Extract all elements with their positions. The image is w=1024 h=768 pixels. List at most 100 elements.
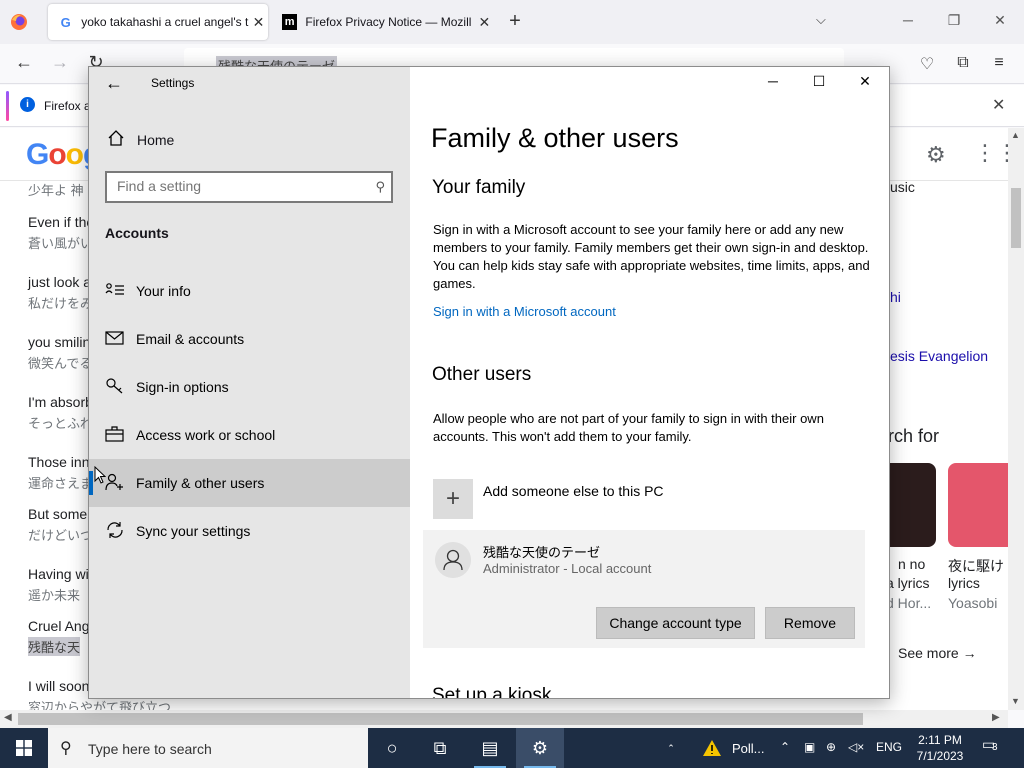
device-icon[interactable]: ▣ — [804, 740, 815, 754]
panel-link[interactable]: hi — [890, 289, 901, 305]
user-account-card[interactable]: 残酷な天使のテーゼ Administrator - Local account … — [423, 530, 865, 648]
extensions-icon[interactable]: ⧉ — [952, 54, 974, 72]
song-artist: Yoasobi — [948, 595, 998, 611]
restore-icon[interactable]: ❐ — [944, 12, 964, 29]
song-title[interactable]: lyrics — [948, 575, 980, 591]
close-tab-icon[interactable]: ✕ — [249, 14, 268, 31]
song-thumbnail[interactable] — [948, 463, 1008, 547]
lyric-line-jp: そっとふれ — [28, 416, 94, 431]
close-window-icon[interactable]: ✕ — [990, 12, 1010, 29]
vertical-scrollbar[interactable]: ▲ ▼ — [1008, 128, 1024, 710]
song-artist: d Hor... — [886, 595, 932, 611]
browser-tab-google[interactable]: G yoko takahashi a cruel angel's t ✕ — [48, 4, 268, 40]
weather-widget[interactable]: Poll... — [680, 728, 776, 768]
other-users-description: Allow people who are not part of your fa… — [433, 411, 824, 444]
close-tab-icon[interactable]: ✕ — [475, 14, 494, 31]
firefox-icon[interactable] — [10, 13, 28, 31]
scrollbar-thumb[interactable] — [18, 713, 863, 725]
sidebar-item-sign-in[interactable]: Sign-in options — [89, 363, 410, 411]
clock-time: 2:11 PM — [918, 733, 962, 747]
start-button[interactable] — [0, 728, 48, 768]
notification-center-button[interactable]: ▭ 3 — [980, 736, 1006, 760]
sidebar-item-sync[interactable]: Sync your settings — [89, 507, 410, 555]
back-arrow-icon[interactable]: ← — [12, 52, 36, 73]
list-all-tabs-icon[interactable]: ⌵ — [816, 12, 826, 28]
home-icon — [108, 130, 124, 146]
close-notification-icon[interactable]: ✕ — [992, 95, 1005, 115]
language-indicator[interactable]: ENG — [876, 740, 902, 754]
menu-icon[interactable]: ≡ — [988, 54, 1010, 72]
user-avatar-icon — [435, 542, 471, 578]
close-icon[interactable]: ✕ — [842, 73, 888, 95]
lyric-line-jp: 蒼い風がい — [28, 236, 94, 251]
new-tab-button[interactable]: + — [504, 10, 526, 33]
panel-link[interactable]: esis Evangelion — [890, 348, 988, 364]
minimize-icon[interactable]: ─ — [898, 12, 918, 28]
air-quality-warning-icon — [703, 740, 721, 756]
see-more-link[interactable]: See more → — [898, 645, 977, 661]
sidebar-item-family[interactable]: Family & other users — [89, 459, 410, 507]
notification-accent — [6, 91, 9, 121]
tab-title: Firefox Privacy Notice — Mozill — [305, 15, 472, 29]
lyric-line: just look a — [28, 274, 92, 290]
taskbar-search-box[interactable]: ⚲ Type here to search — [48, 728, 368, 768]
scroll-up-icon[interactable]: ▲ — [1011, 130, 1020, 140]
maximize-icon[interactable]: ☐ — [796, 73, 842, 95]
network-icon[interactable]: ⊕ — [826, 740, 836, 754]
find-setting-box[interactable]: ⚲ — [105, 171, 393, 203]
tab-title: yoko takahashi a cruel angel's t — [81, 15, 249, 29]
cortana-icon[interactable]: ○ — [368, 728, 416, 768]
mozilla-m-icon: m — [282, 14, 298, 30]
clock[interactable]: 2:11 PM 7/1/2023 — [910, 732, 970, 764]
sidebar-item-your-info[interactable]: Your info — [89, 267, 410, 315]
add-person-icon — [105, 473, 123, 491]
remove-button[interactable]: Remove — [765, 607, 855, 639]
add-someone-button[interactable]: + Add someone else to this PC — [433, 479, 853, 521]
minimize-icon[interactable]: ─ — [750, 73, 796, 95]
horizontal-scrollbar[interactable]: ◀ ▶ — [0, 710, 1008, 728]
lyric-line: I will soon — [28, 678, 90, 694]
home-nav-item[interactable]: Home — [89, 123, 410, 157]
mouse-cursor-icon — [94, 466, 106, 484]
sign-in-microsoft-link[interactable]: Sign in with a Microsoft account — [433, 304, 616, 319]
user-role: Administrator - Local account — [483, 561, 652, 576]
song-title[interactable]: n no — [898, 556, 925, 572]
lyric-line-jp: 運命さえま — [28, 476, 94, 491]
search-input[interactable] — [117, 178, 357, 194]
song-title[interactable]: a lyrics — [886, 575, 930, 591]
settings-gear-icon[interactable]: ⚙ — [516, 728, 564, 768]
lyric-line-jp: 遥か未来 — [28, 588, 81, 603]
file-explorer-icon[interactable]: ▤ — [466, 728, 514, 768]
settings-sidebar: ← Settings Home ⚲ Accounts Your info — [89, 67, 410, 698]
lyric-line: But some — [28, 506, 88, 522]
pocket-icon[interactable]: ♡ — [916, 54, 938, 74]
scroll-right-icon[interactable]: ▶ — [992, 712, 1000, 723]
browser-tab-bar: G yoko takahashi a cruel angel's t ✕ m F… — [0, 0, 1024, 44]
forward-arrow-icon[interactable]: → — [48, 52, 72, 73]
back-arrow-icon[interactable]: ← — [105, 73, 129, 93]
your-family-heading: Your family — [432, 177, 526, 198]
scrollbar-thumb[interactable] — [1011, 188, 1021, 248]
volume-muted-icon[interactable]: ◁× — [848, 740, 864, 754]
scroll-down-icon[interactable]: ▼ — [1011, 696, 1020, 706]
sidebar-item-work-school[interactable]: Access work or school — [89, 411, 410, 459]
change-account-type-button[interactable]: Change account type — [596, 607, 755, 639]
show-hidden-icons-icon[interactable]: ⌃ — [780, 740, 790, 754]
notification-count: 3 — [992, 742, 998, 753]
apps-grid-icon[interactable]: ⋮⋮⋮ — [974, 140, 1008, 166]
your-family-description: Sign in with a Microsoft account to see … — [433, 222, 870, 291]
contact-card-icon — [105, 283, 124, 295]
google-icon: G — [60, 14, 71, 30]
chevron-icon[interactable]: ⌃ — [664, 728, 678, 768]
panel-heading: rch for — [888, 426, 940, 446]
task-view-icon[interactable]: ⧉ — [416, 728, 464, 768]
windows-logo-icon — [16, 740, 32, 756]
settings-gear-icon[interactable]: ⚙ — [926, 142, 946, 168]
lyric-line: Cruel Ang — [28, 618, 90, 634]
scroll-left-icon[interactable]: ◀ — [4, 712, 12, 723]
lyric-line: Even if the — [28, 214, 95, 230]
add-someone-label: Add someone else to this PC — [483, 483, 664, 499]
browser-tab-privacy[interactable]: m Firefox Privacy Notice — Mozill ✕ — [272, 4, 494, 40]
sidebar-item-email[interactable]: Email & accounts — [89, 315, 410, 363]
song-title[interactable]: 夜に駆け — [948, 556, 1004, 576]
